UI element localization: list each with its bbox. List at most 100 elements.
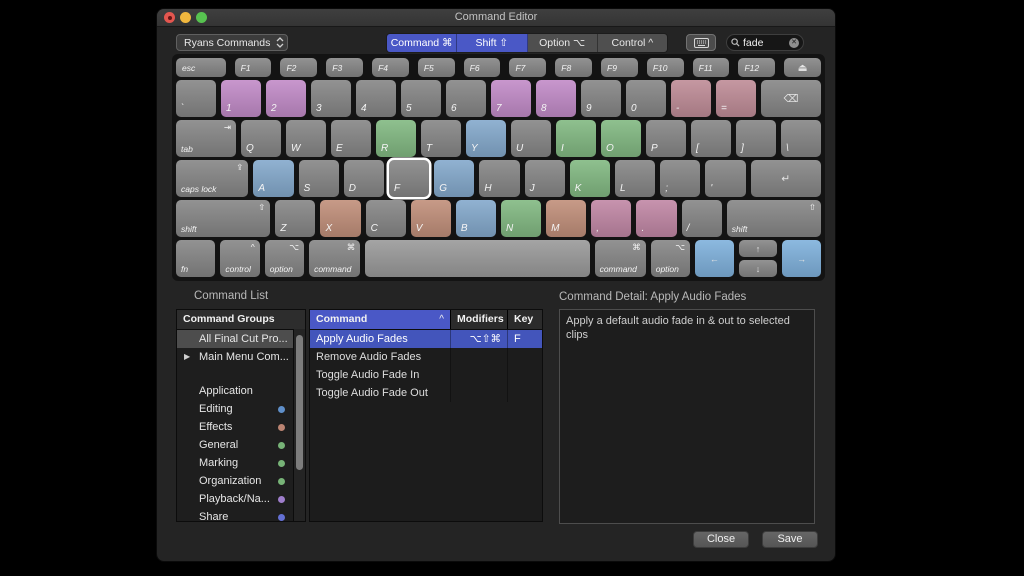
segment-command[interactable]: Command ⌘ [387,34,457,52]
close-button[interactable]: Close [693,531,749,548]
key-grave[interactable]: ` [176,80,216,117]
key-p[interactable]: P [646,120,686,157]
segment-option[interactable]: Option ⌥ [528,34,598,52]
key-e[interactable]: E [331,120,371,157]
key-1[interactable]: 1 [221,80,261,117]
key-5[interactable]: 5 [401,80,441,117]
key-quote[interactable]: ' [705,160,745,197]
save-button[interactable]: Save [762,531,818,548]
key-semicolon[interactable]: ; [660,160,700,197]
key-x[interactable]: X [320,200,360,237]
group-row-main-menu-com[interactable]: ▶Main Menu Com... [177,348,293,366]
command-row-remove-audio-fades[interactable]: Remove Audio Fades [310,348,542,366]
key-period[interactable]: . [636,200,676,237]
key-arrow-down[interactable]: ↓ [739,260,778,277]
key-f11[interactable]: F11 [693,58,730,77]
key-k[interactable]: K [570,160,610,197]
key-caps-lock[interactable]: caps lock⇪ [176,160,248,197]
key-z[interactable]: Z [275,200,315,237]
key-f9[interactable]: F9 [601,58,638,77]
key-6[interactable]: 6 [446,80,486,117]
keyboard-view-button[interactable] [686,34,716,51]
key-arrow-right[interactable]: → [782,240,821,277]
key-bracket-left[interactable]: [ [691,120,731,157]
key-f3[interactable]: F3 [326,58,363,77]
group-row-organization[interactable]: Organization [177,472,293,490]
key-b[interactable]: B [456,200,496,237]
key-f10[interactable]: F10 [647,58,684,77]
key-d[interactable]: D [344,160,384,197]
minimize-window-icon[interactable] [180,12,191,23]
key-tab[interactable]: tab⇥ [176,120,236,157]
key-2[interactable]: 2 [266,80,306,117]
key-equals[interactable]: = [716,80,756,117]
command-row-toggle-audio-fade-in[interactable]: Toggle Audio Fade In [310,366,542,384]
search-field[interactable]: ✕ [726,34,804,51]
group-row-share[interactable]: Share [177,508,293,522]
search-input[interactable] [740,37,789,49]
key-u[interactable]: U [511,120,551,157]
column-header-modifiers[interactable]: Modifiers [451,310,508,329]
key-v[interactable]: V [411,200,451,237]
key-arrow-up[interactable]: ↑ [739,240,778,257]
key-9[interactable]: 9 [581,80,621,117]
key-n[interactable]: N [501,200,541,237]
key-backslash[interactable]: \ [781,120,821,157]
group-row-editing[interactable]: Editing [177,400,293,418]
key-option-left[interactable]: option⌥ [265,240,304,277]
key-4[interactable]: 4 [356,80,396,117]
disclosure-triangle-icon[interactable]: ▶ [184,348,190,366]
key-0[interactable]: 0 [626,80,666,117]
key-3[interactable]: 3 [311,80,351,117]
key-s[interactable]: S [299,160,339,197]
column-header-key[interactable]: Key [508,310,542,329]
key-space[interactable] [365,240,589,277]
key-f8[interactable]: F8 [555,58,592,77]
key-f12[interactable]: F12 [738,58,775,77]
key-f5[interactable]: F5 [418,58,455,77]
group-row-playback-na[interactable]: Playback/Na... [177,490,293,508]
segment-control[interactable]: Control ^ [598,34,667,52]
key-q[interactable]: Q [241,120,281,157]
key-bracket-right[interactable]: ] [736,120,776,157]
key-command-left[interactable]: command⌘ [309,240,360,277]
groups-scrollbar-thumb[interactable] [296,335,303,470]
key-c[interactable]: C [366,200,406,237]
key-comma[interactable]: , [591,200,631,237]
key-y[interactable]: Y [466,120,506,157]
key-8[interactable]: 8 [536,80,576,117]
key-arrow-left[interactable]: ← [695,240,734,277]
key-7[interactable]: 7 [491,80,531,117]
key-j[interactable]: J [525,160,565,197]
key-o[interactable]: O [601,120,641,157]
key-h[interactable]: H [479,160,519,197]
segment-shift[interactable]: Shift ⇧ [457,34,527,52]
key-m[interactable]: M [546,200,586,237]
key-slash[interactable]: / [682,200,722,237]
key-l[interactable]: L [615,160,655,197]
command-set-dropdown[interactable]: Ryans Commands [176,34,288,51]
key-minus[interactable]: - [671,80,711,117]
key-i[interactable]: I [556,120,596,157]
key-g[interactable]: G [434,160,474,197]
key-fn[interactable]: fn [176,240,215,277]
zoom-window-icon[interactable] [196,12,207,23]
key-delete[interactable]: ⌫ [761,80,821,117]
close-window-icon[interactable] [164,12,175,23]
key-f7[interactable]: F7 [509,58,546,77]
key-r[interactable]: R [376,120,416,157]
group-row-all-final-cut-pro[interactable]: All Final Cut Pro... [177,330,293,348]
key-return[interactable]: ↵ [751,160,821,197]
command-row-apply-audio-fades[interactable]: Apply Audio Fades⌥⇧⌘F [310,330,542,348]
key-command-right[interactable]: command⌘ [595,240,646,277]
clear-search-icon[interactable]: ✕ [789,38,799,48]
key-option-right[interactable]: option⌥ [651,240,690,277]
key-f[interactable]: F [389,160,429,197]
column-header-command[interactable]: Command^ [310,310,451,329]
key-eject[interactable]: ⏏ [784,58,821,77]
key-a[interactable]: A [253,160,293,197]
groups-scrollbar[interactable] [293,329,305,521]
group-row-effects[interactable]: Effects [177,418,293,436]
group-row-general[interactable]: General [177,436,293,454]
key-f4[interactable]: F4 [372,58,409,77]
